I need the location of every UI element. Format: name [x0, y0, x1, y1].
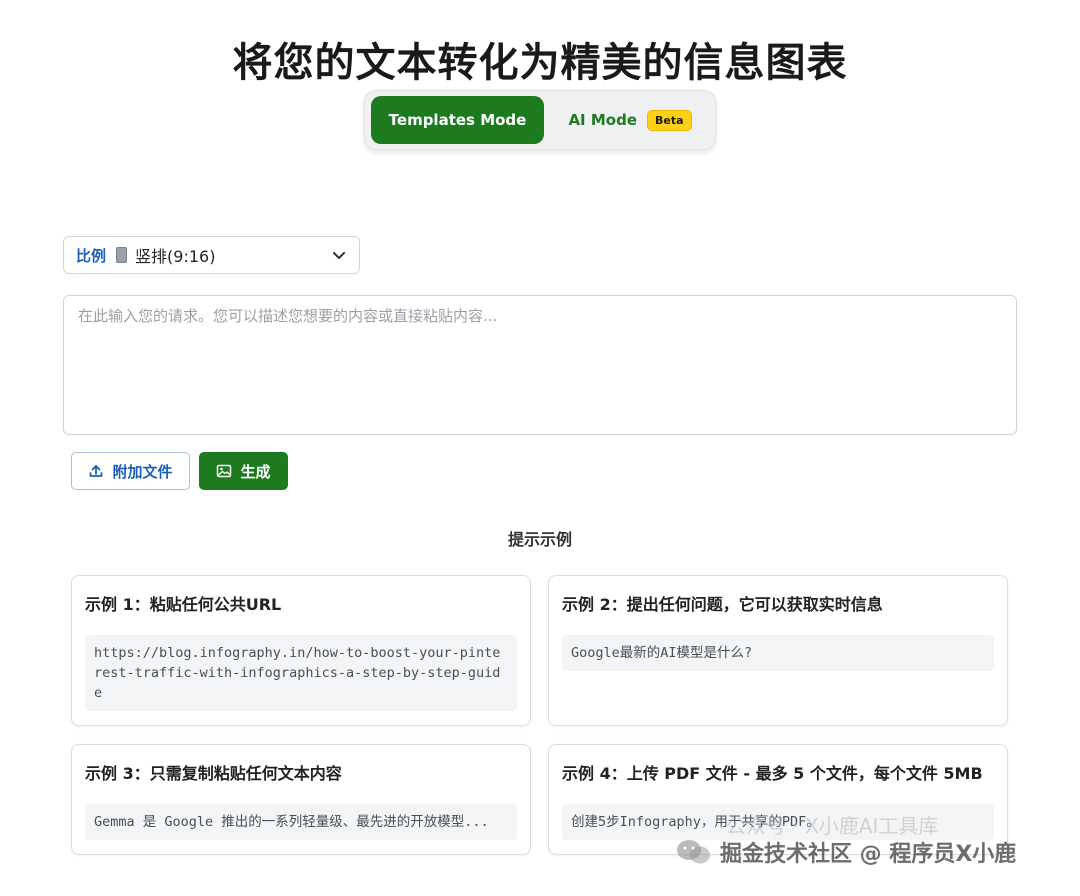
- example-card-content: Google最新的AI模型是什么?: [562, 635, 994, 671]
- image-icon: [216, 463, 232, 479]
- ratio-label: 比例: [76, 246, 107, 265]
- ai-mode-label: AI Mode: [568, 111, 638, 129]
- example-card-content: https://blog.infography.in/how-to-boost-…: [85, 635, 517, 711]
- ratio-value: 竖排(9:16): [135, 247, 216, 266]
- mode-toggle: Templates Mode AI Mode Beta: [364, 90, 716, 150]
- page-title: 将您的文本转化为精美的信息图表: [232, 40, 848, 86]
- example-card-title: 示例 4：上传 PDF 文件 - 最多 5 个文件，每个文件 5MB: [562, 764, 983, 783]
- upload-icon: [88, 463, 104, 479]
- chevron-down-icon: [331, 247, 347, 263]
- example-card-content: Gemma 是 Google 推出的一系列轻量级、最先进的开放模型...: [85, 804, 517, 840]
- beta-badge: Beta: [647, 109, 692, 131]
- example-card-title: 示例 2：提出任何问题，它可以获取实时信息: [562, 595, 883, 614]
- watermark-subtext: 公众号 · X小鹿AI工具库: [726, 814, 939, 838]
- generate-button[interactable]: 生成: [199, 452, 288, 490]
- wechat-icon: [674, 837, 714, 867]
- watermark: 掘金技术社区 @ 程序员X小鹿: [674, 836, 1016, 868]
- example-card-2[interactable]: 示例 2：提出任何问题，它可以获取实时信息 Google最新的AI模型是什么?: [548, 575, 1008, 726]
- example-card-title: 示例 3：只需复制粘贴任何文本内容: [85, 764, 342, 783]
- phone-icon: [116, 247, 128, 263]
- example-card-3[interactable]: 示例 3：只需复制粘贴任何文本内容 Gemma 是 Google 推出的一系列轻…: [71, 744, 531, 855]
- ai-mode-button[interactable]: AI Mode Beta: [555, 96, 705, 144]
- examples-heading: 提示示例: [507, 530, 572, 549]
- prompt-input[interactable]: [63, 295, 1017, 435]
- watermark-text: 掘金技术社区 @ 程序员X小鹿: [720, 842, 1017, 867]
- attach-file-button[interactable]: 附加文件: [71, 452, 190, 490]
- example-card-1[interactable]: 示例 1：粘贴任何公共URL https://blog.infography.i…: [71, 575, 531, 726]
- generate-label: 生成: [240, 462, 271, 481]
- templates-mode-button[interactable]: Templates Mode: [371, 96, 544, 144]
- attach-file-label: 附加文件: [112, 462, 173, 481]
- ratio-select[interactable]: 比例 竖排(9:16): [63, 236, 360, 274]
- example-card-title: 示例 1：粘贴任何公共URL: [85, 595, 282, 614]
